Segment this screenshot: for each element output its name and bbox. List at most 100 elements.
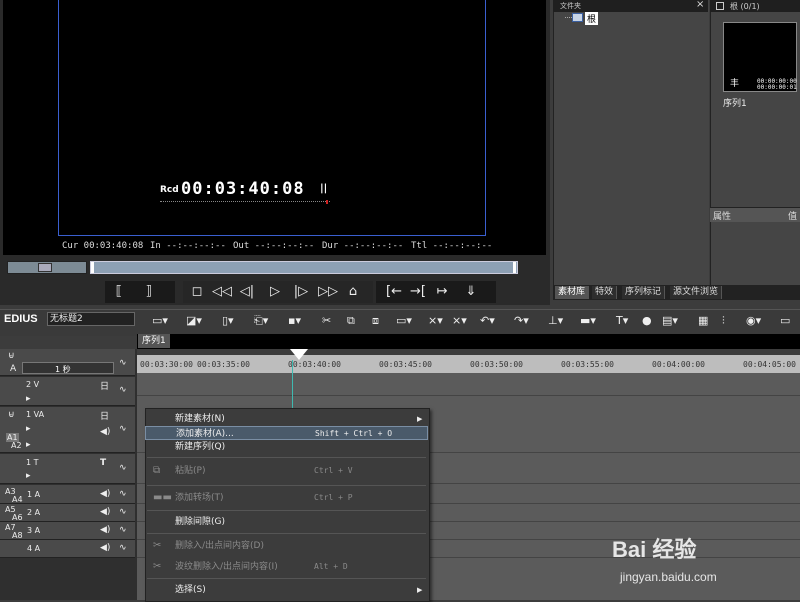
thumbnail-timecode-end: 00:00:00:01 <box>757 84 797 91</box>
timecode-marker <box>326 200 328 204</box>
video-icon[interactable]: 日 <box>100 379 109 392</box>
waveform-icon[interactable]: ∿ <box>119 424 127 434</box>
view-icon[interactable] <box>716 2 724 10</box>
menu-item-add-transition[interactable]: ▬▬ 添加转场(T) Ctrl + P <box>145 491 428 505</box>
menu-item-delete-gap[interactable]: 删除间隙(G) <box>145 515 428 529</box>
lock-icon[interactable]: ⊌ <box>8 410 15 420</box>
fast-forward-icon[interactable]: ▷▷ <box>318 283 338 301</box>
trim-icon[interactable]: ▬▾ <box>580 314 596 327</box>
menu-item-label: 添加转场(T) <box>175 493 224 503</box>
menu-item-paste[interactable]: ⧉ 粘贴(P) Ctrl + V <box>145 464 428 478</box>
speaker-icon[interactable]: ◀) <box>100 489 110 499</box>
replace-icon[interactable]: ↦ <box>432 283 452 301</box>
expand-icon[interactable]: ▸ <box>26 424 31 434</box>
set-out-icon[interactable]: ⟧ <box>140 283 158 301</box>
video-icon[interactable]: 日 <box>100 409 109 422</box>
menu-item-new-clip[interactable]: 新建素材(N) ▶ <box>145 412 428 426</box>
stop-icon[interactable]: ◻ <box>188 283 206 301</box>
tab-sequence-1[interactable]: 序列1 <box>138 334 170 348</box>
track-header-1t[interactable] <box>0 454 135 484</box>
insert-icon[interactable]: [← <box>384 283 404 301</box>
folder-icon[interactable] <box>572 13 583 22</box>
layout-icon[interactable]: ◪▾ <box>186 314 202 327</box>
ruler-label: 00:04:05:00 <box>743 360 796 369</box>
speaker-icon[interactable]: ◀) <box>100 543 110 553</box>
step-back-icon[interactable]: ◁| <box>238 283 256 301</box>
tab-source-browser[interactable]: 源文件浏览 <box>670 286 723 299</box>
menu-item-add-clip[interactable]: 添加素材(A)... Shift + Ctrl + O <box>145 426 428 440</box>
zoom-label: 1 秒 <box>55 365 71 374</box>
waveform-icon[interactable]: ∿ <box>119 463 127 473</box>
tab-effects[interactable]: 特效 <box>592 286 618 299</box>
lock-icon[interactable]: ⊌ <box>8 351 15 361</box>
microphone-icon[interactable]: ● <box>642 314 652 327</box>
settings-icon[interactable]: ▭ <box>780 314 790 327</box>
waveform-icon[interactable]: ∿ <box>119 525 127 535</box>
track-name: 1 A <box>27 490 41 499</box>
cut-icon[interactable]: ✂ <box>322 314 331 327</box>
tab-bin[interactable]: 素材库 <box>555 286 590 299</box>
waveform-icon[interactable]: ∿ <box>119 385 127 395</box>
waveform-icon[interactable]: ∿ <box>119 507 127 517</box>
menu-item-label: 删除入/出点间内容(D) <box>175 541 264 551</box>
side-label: A2 <box>11 441 22 450</box>
mode-icon[interactable]: ▭▾ <box>152 314 168 327</box>
waveform-icon[interactable]: ∿ <box>119 543 127 553</box>
expand-icon[interactable]: ▸ <box>26 471 31 481</box>
expand-icon[interactable]: ▸ <box>26 440 31 450</box>
menu-item-label: 删除间隙(G) <box>175 517 225 527</box>
undo-icon[interactable]: ↶▾ <box>480 314 495 327</box>
rewind-icon[interactable]: ◁◁ <box>212 283 232 301</box>
copy-icon[interactable]: ⧉ <box>347 314 355 328</box>
sequence-tab-bar <box>137 334 800 349</box>
position-bar-end <box>513 262 516 273</box>
playhead-marker[interactable] <box>290 349 308 360</box>
close-icon[interactable]: × <box>696 0 704 10</box>
paste-insert-icon[interactable]: ▭▾ <box>396 314 412 327</box>
step-forward-icon[interactable]: |▷ <box>292 283 310 301</box>
menu-item-delete-inout[interactable]: ✂ 删除入/出点间内容(D) <box>145 539 428 553</box>
waveform-icon[interactable]: ∿ <box>119 489 127 499</box>
output-icon[interactable]: ▤▾ <box>662 314 678 327</box>
position-bar[interactable] <box>90 261 518 274</box>
waveform-icon[interactable]: ∿ <box>119 358 127 368</box>
color-icon[interactable]: ◉▾ <box>746 314 761 327</box>
razor-icon[interactable]: ⊥▾ <box>548 314 563 327</box>
open-icon[interactable]: ⎗▾ <box>254 314 268 328</box>
speaker-icon[interactable]: ◀) <box>100 525 110 535</box>
expand-icon[interactable]: ▸ <box>26 394 31 404</box>
set-in-icon[interactable]: ⟦ <box>110 283 128 301</box>
audio-sync-icon[interactable]: A <box>10 364 16 374</box>
thumbnail-mark: 丰 <box>730 79 740 89</box>
grid-icon[interactable]: ▦ <box>698 314 708 327</box>
export-icon[interactable]: ⇓ <box>462 283 480 301</box>
overwrite-icon[interactable]: →[ <box>408 283 428 301</box>
menu-item-select[interactable]: 选择(S) ▶ <box>145 583 428 597</box>
menu-item-new-sequence[interactable]: 新建序列(Q) <box>145 440 428 454</box>
speaker-icon[interactable]: ◀) <box>100 507 110 517</box>
root-folder-label[interactable]: 根 <box>585 12 599 25</box>
menu-item-shortcut: Shift + Ctrl + O <box>315 429 393 438</box>
track-header-4a[interactable] <box>0 540 135 558</box>
tab-sequence-markers[interactable]: 序列标记 <box>622 286 666 299</box>
new-icon[interactable]: ▯▾ <box>222 314 234 327</box>
mixer-icon[interactable]: ⫶ <box>722 314 725 328</box>
in-readout: In --:--:--:-- <box>150 241 226 251</box>
play-icon[interactable]: ▷ <box>266 283 284 301</box>
paste-icon[interactable]: ⧈ <box>372 314 379 328</box>
ruler-label: 00:03:50:00 <box>470 360 523 369</box>
ruler-label: 00:03:40:00 <box>288 360 341 369</box>
shuttle-handle[interactable] <box>38 263 52 272</box>
track-name: 3 A <box>27 526 41 535</box>
loop-icon[interactable]: ⌂ <box>344 283 362 301</box>
ripple-delete-icon[interactable]: ⨯▾ <box>452 314 467 327</box>
track-header-2v[interactable] <box>0 377 135 406</box>
save-icon[interactable]: ▪▾ <box>288 314 301 327</box>
delete-icon[interactable]: ⨯▾ <box>428 314 443 327</box>
title-track-icon[interactable]: T <box>100 458 106 468</box>
redo-icon[interactable]: ↷▾ <box>514 314 529 327</box>
menu-separator <box>147 457 426 458</box>
title-icon[interactable]: T▾ <box>616 314 628 327</box>
menu-item-ripple-delete-inout[interactable]: ✂ 波纹删除入/出点间内容(I) Alt + D <box>145 560 428 574</box>
speaker-icon[interactable]: ◀) <box>100 427 110 437</box>
